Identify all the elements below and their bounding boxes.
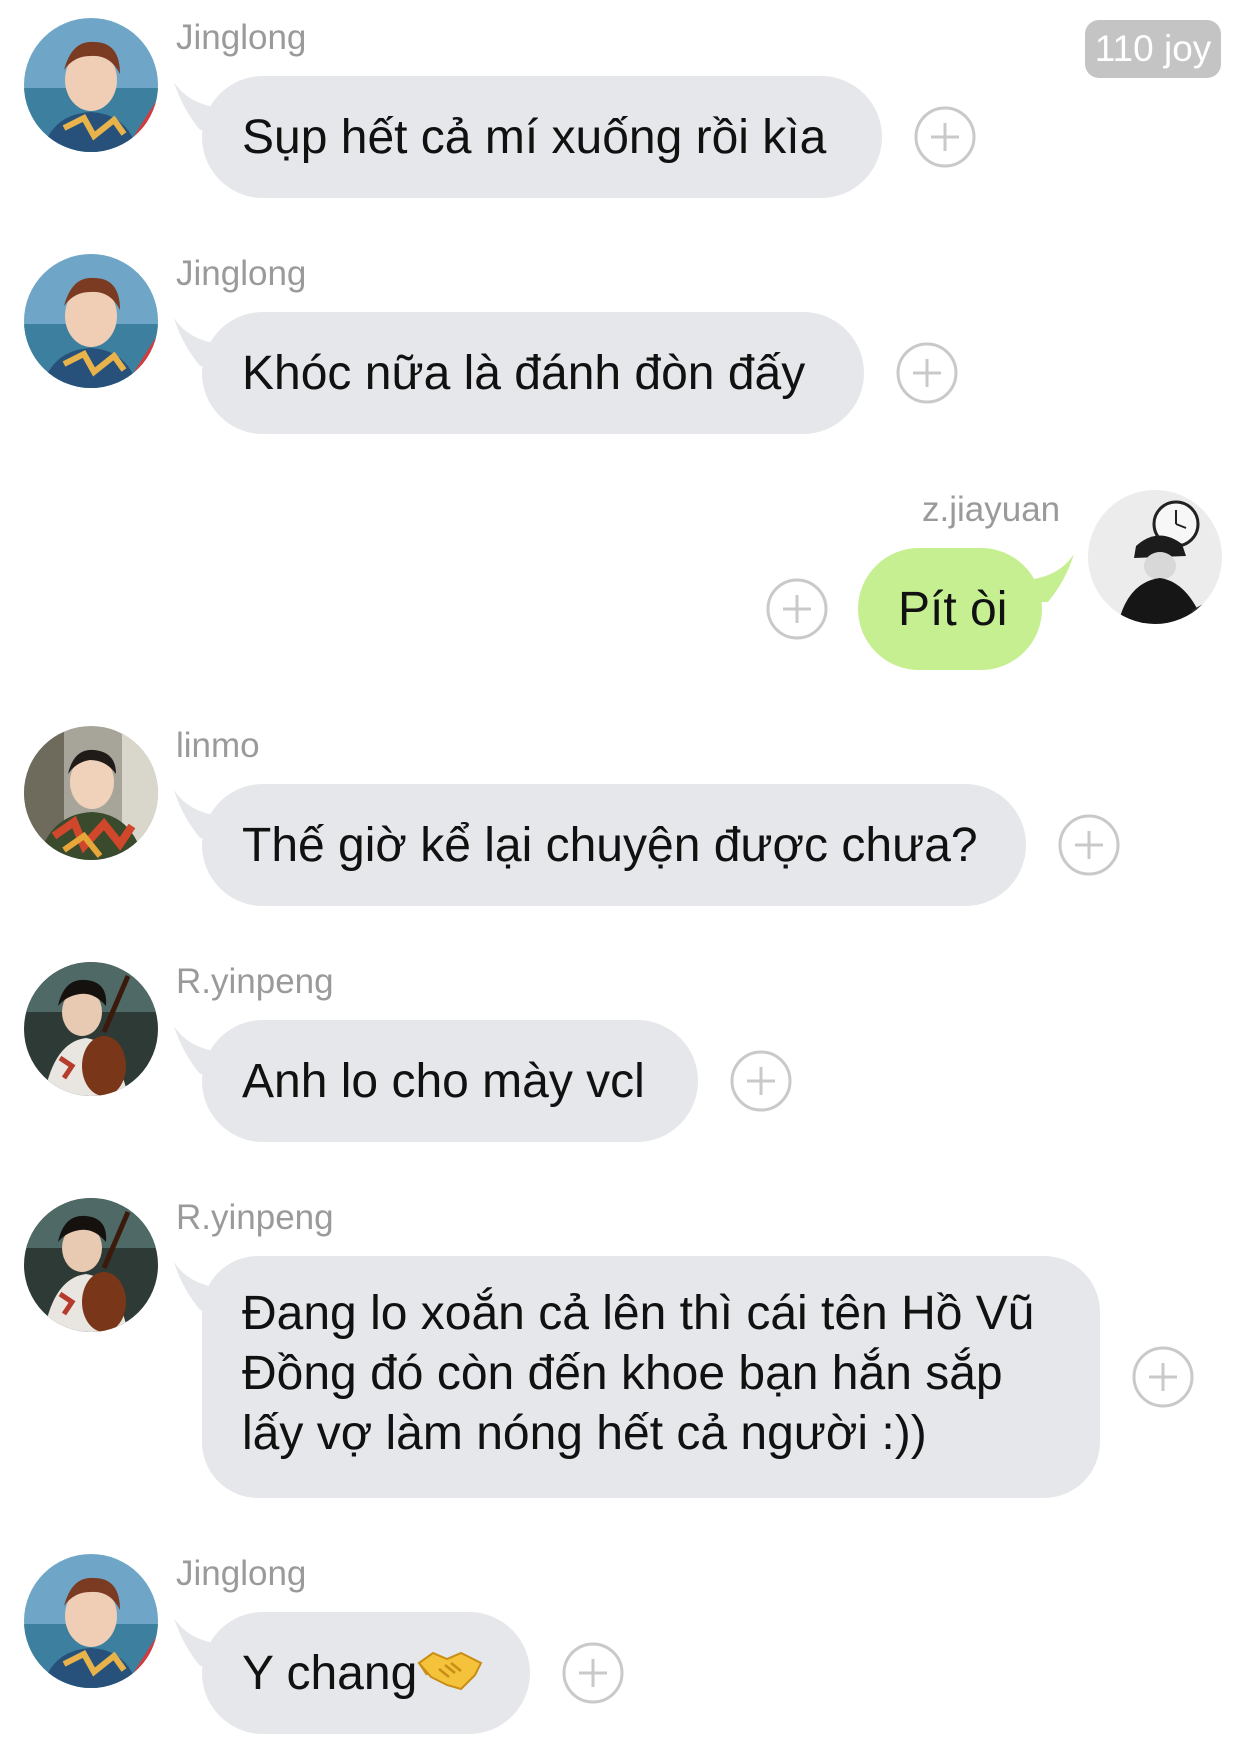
zjiayuan-avatar[interactable] (1088, 490, 1222, 624)
message-bubble[interactable]: Thế giờ kể lại chuyện được chưa? (202, 784, 1026, 906)
message-text: Thế giờ kể lại chuyện được chưa? (242, 819, 978, 872)
message-bubble[interactable]: Pít òi (858, 548, 1042, 670)
add-reaction-button[interactable] (1058, 814, 1120, 876)
linmo-avatar[interactable] (24, 726, 158, 860)
add-reaction-button[interactable] (730, 1050, 792, 1112)
handshake-emoji (417, 1651, 483, 1691)
message-bubble[interactable]: Đang lo xoắn cả lên thì cái tên Hồ Vũ Đồ… (202, 1256, 1100, 1498)
joy-count-badge: 110 joy (1085, 20, 1221, 78)
sender-name: Jinglong (176, 1554, 307, 1593)
add-reaction-button[interactable] (766, 578, 828, 640)
sender-name: Jinglong (176, 18, 307, 57)
sender-name: R.yinpeng (176, 1198, 334, 1237)
add-reaction-button[interactable] (914, 106, 976, 168)
sender-name: Jinglong (176, 254, 307, 293)
message-text-line: Đồng đó còn đến khoe bạn hắn sắp (242, 1347, 1003, 1400)
message-text: Y chang (242, 1647, 418, 1700)
message-text-line: lấy vợ làm nóng hết cả người :)) (242, 1407, 927, 1460)
ryinpeng-avatar[interactable] (24, 962, 158, 1096)
message-bubble[interactable]: Sụp hết cả mí xuống rồi kìa (202, 76, 882, 198)
add-reaction-button[interactable] (562, 1642, 624, 1704)
message-bubble[interactable]: Y chang (202, 1612, 530, 1734)
message-text: Anh lo cho mày vcl (242, 1055, 645, 1108)
message-bubble[interactable]: Khóc nữa là đánh đòn đấy (202, 312, 864, 434)
add-reaction-button[interactable] (896, 342, 958, 404)
message-text: Sụp hết cả mí xuống rồi kìa (242, 111, 827, 164)
jinglong-avatar[interactable] (24, 18, 158, 152)
jinglong-avatar[interactable] (24, 1554, 158, 1688)
sender-name: z.jiayuan (922, 490, 1061, 529)
ryinpeng-avatar[interactable] (24, 1198, 158, 1332)
message-text: Khóc nữa là đánh đòn đấy (242, 347, 806, 400)
jinglong-avatar[interactable] (24, 254, 158, 388)
add-reaction-button[interactable] (1132, 1346, 1194, 1408)
sender-name: R.yinpeng (176, 962, 334, 1001)
message-text-line: Đang lo xoắn cả lên thì cái tên Hồ Vũ (242, 1287, 1035, 1340)
message-bubble[interactable]: Anh lo cho mày vcl (202, 1020, 698, 1142)
sender-name: linmo (176, 726, 260, 765)
message-text: Pít òi (898, 583, 1008, 636)
